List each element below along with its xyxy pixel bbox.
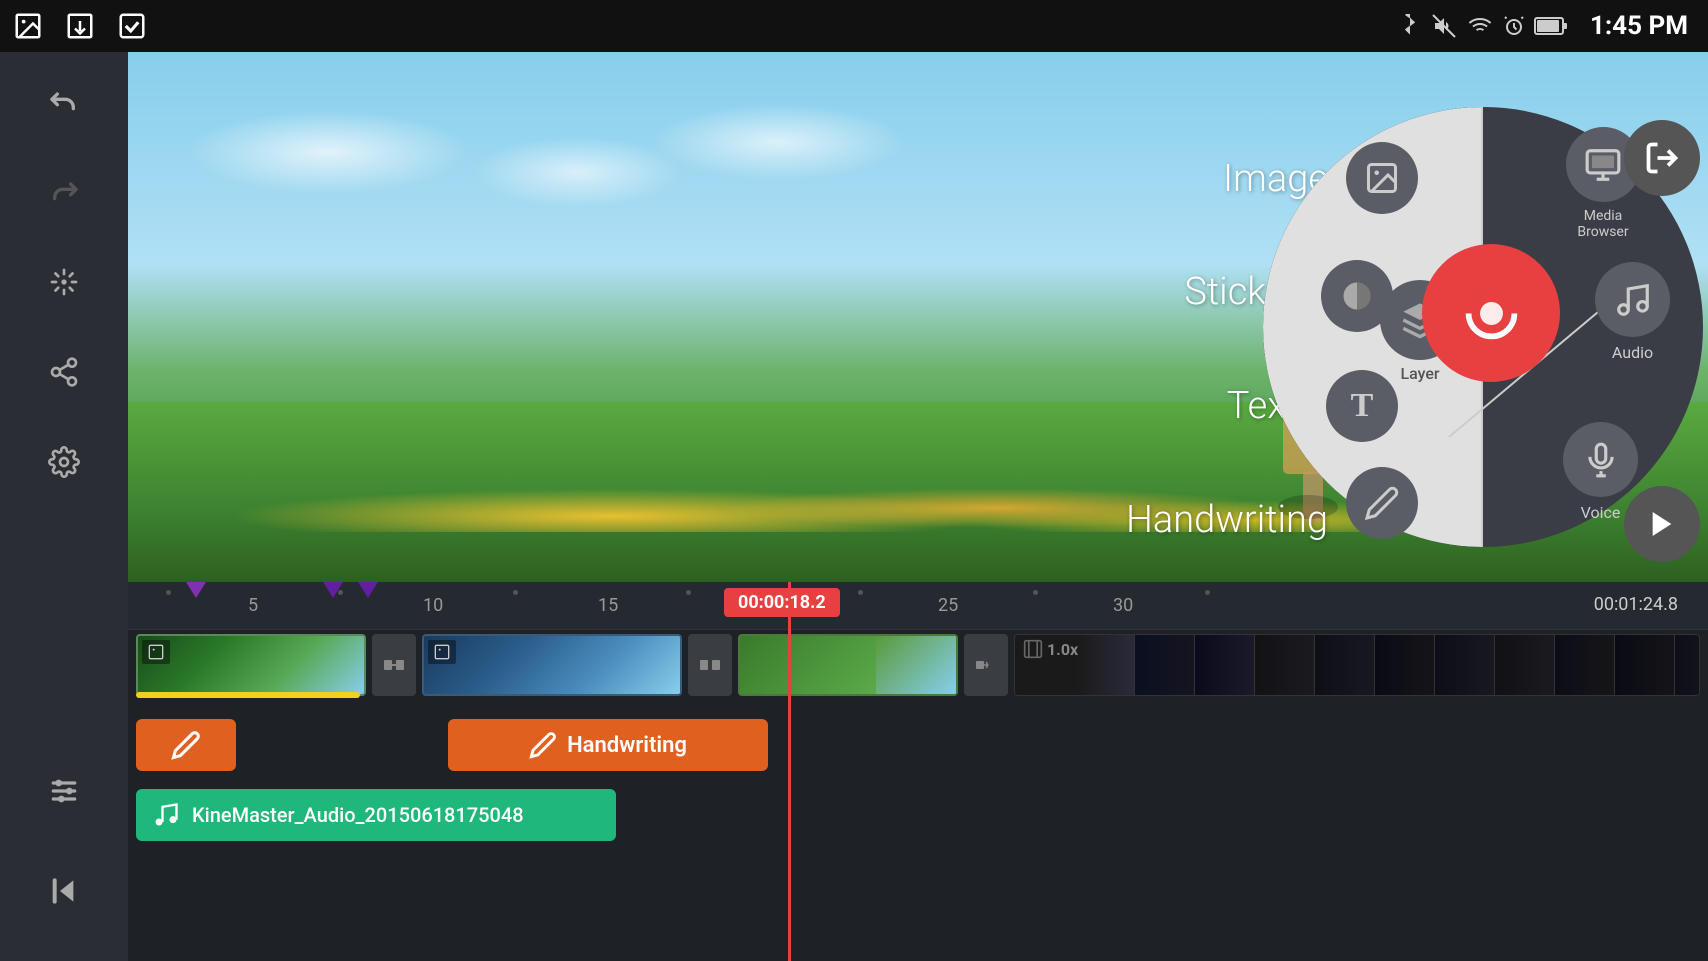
handwriting-clip-label: Handwriting bbox=[567, 733, 687, 758]
undo-button[interactable] bbox=[34, 72, 94, 132]
ruler-25: 25 bbox=[938, 595, 958, 616]
video-strip-frames bbox=[1015, 635, 1699, 695]
ruler-5: 5 bbox=[248, 595, 258, 616]
audio-label: Audio bbox=[1612, 343, 1653, 362]
timeline: 5 10 15 20 25 30 00:00:18.2 00:01:24.8 bbox=[128, 582, 1708, 961]
download-button[interactable] bbox=[62, 8, 98, 44]
check-button[interactable] bbox=[114, 8, 150, 44]
redo-button[interactable] bbox=[34, 162, 94, 222]
transition-3[interactable] bbox=[964, 634, 1008, 696]
video-strip[interactable]: 1.0x bbox=[1014, 634, 1700, 696]
video-track: 1.0x bbox=[128, 630, 1708, 700]
audio-track: KineMaster_Audio_20150618175048 bbox=[128, 780, 1708, 850]
image-mode-button[interactable] bbox=[10, 8, 46, 44]
exit-button[interactable] bbox=[1624, 120, 1700, 196]
voice-label: Voice bbox=[1581, 503, 1621, 522]
status-bar: 1:45 PM bbox=[0, 0, 1708, 52]
yellow-selection-bar bbox=[136, 692, 360, 698]
rewind-button[interactable] bbox=[34, 861, 94, 921]
total-time: 00:01:24.8 bbox=[1594, 594, 1678, 615]
video-clip-2[interactable] bbox=[422, 634, 682, 696]
video-clip-3[interactable] bbox=[738, 634, 958, 696]
effects-button[interactable] bbox=[34, 252, 94, 312]
handwriting-track: Handwriting bbox=[128, 710, 1708, 780]
timeline-ruler: 5 10 15 20 25 30 00:00:18.2 00:01:24.8 bbox=[128, 582, 1708, 630]
handwriting-clip-2[interactable]: Handwriting bbox=[448, 719, 768, 771]
left-sidebar bbox=[0, 52, 128, 961]
status-icons: 1:45 PM bbox=[1398, 11, 1688, 41]
image-menu-item[interactable] bbox=[1346, 142, 1418, 214]
current-time-badge: 00:00:18.2 bbox=[724, 588, 840, 617]
share-button[interactable] bbox=[34, 342, 94, 402]
radial-menu: T Layer Media Browser Audio V bbox=[1228, 52, 1708, 582]
audio-clip-label: KineMaster_Audio_20150618175048 bbox=[192, 803, 524, 827]
audio-menu-item[interactable]: Audio bbox=[1595, 262, 1670, 362]
battery-icon bbox=[1534, 14, 1570, 38]
play-button[interactable] bbox=[1624, 486, 1700, 562]
adjust-button[interactable] bbox=[34, 761, 94, 821]
top-left-toolbar bbox=[0, 0, 160, 52]
handwriting-clip-1[interactable] bbox=[136, 719, 236, 771]
video-clip-1[interactable] bbox=[136, 634, 366, 696]
settings-button[interactable] bbox=[34, 432, 94, 492]
wifi-icon bbox=[1466, 14, 1494, 38]
ruler-15: 15 bbox=[598, 595, 618, 616]
bluetooth-icon bbox=[1398, 14, 1422, 38]
speed-label: 1.0x bbox=[1047, 640, 1078, 659]
ruler-30: 30 bbox=[1113, 595, 1133, 616]
transition-2[interactable] bbox=[688, 634, 732, 696]
ruler-10: 10 bbox=[423, 595, 443, 616]
media-browser-label: Media Browser bbox=[1558, 208, 1648, 240]
volume-off-icon bbox=[1430, 14, 1458, 38]
record-button[interactable] bbox=[1422, 244, 1560, 382]
alarm-icon bbox=[1502, 14, 1526, 38]
status-time: 1:45 PM bbox=[1590, 11, 1688, 41]
audio-clip[interactable]: KineMaster_Audio_20150618175048 bbox=[136, 789, 616, 841]
handwriting-menu-item[interactable] bbox=[1346, 467, 1418, 539]
layer-label: Layer bbox=[1400, 364, 1439, 383]
transition-1[interactable] bbox=[372, 634, 416, 696]
